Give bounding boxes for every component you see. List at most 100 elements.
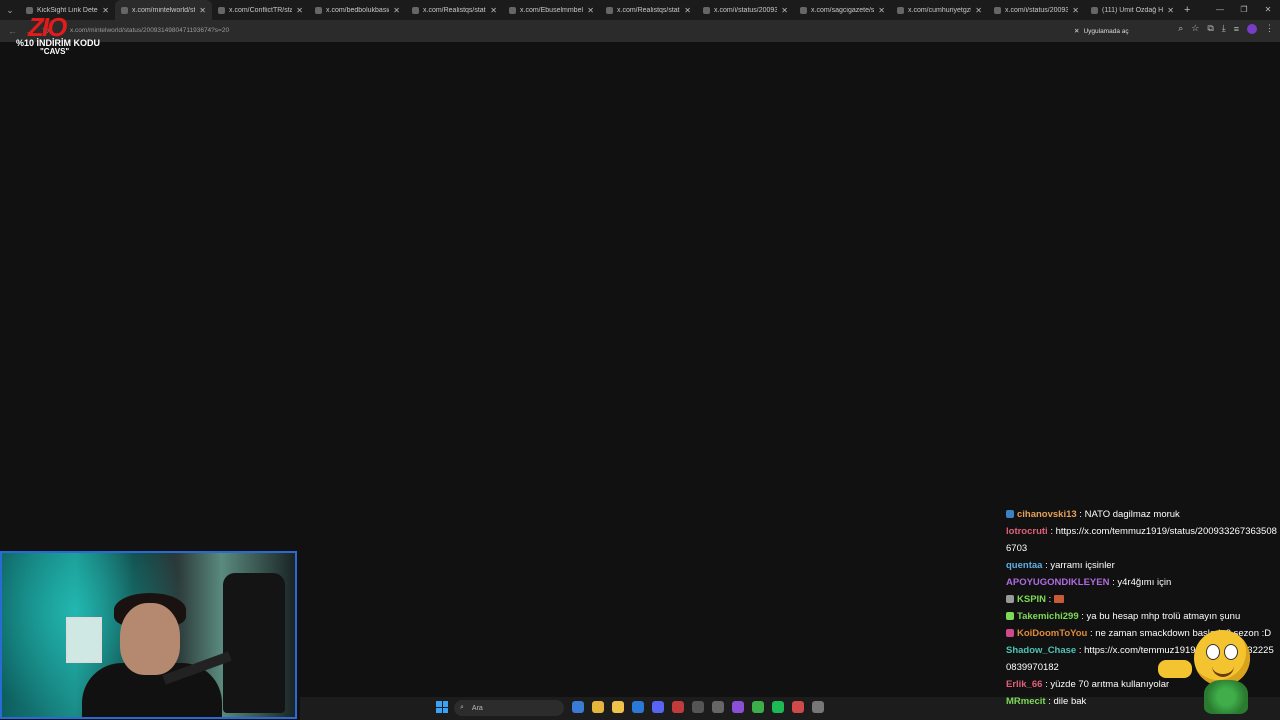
tab-close-icon[interactable]: ✕ — [684, 6, 691, 15]
tab-title: x.com/sagcigazete/sta — [811, 6, 875, 14]
chat-text: y4r4ğımı için — [1117, 577, 1172, 588]
tab-close-icon[interactable]: ✕ — [1072, 6, 1079, 15]
tab-favicon-icon — [703, 6, 710, 14]
edge-icon[interactable] — [632, 701, 644, 713]
chat-separator: : — [1076, 509, 1085, 520]
browser-tab[interactable]: (111) Ümit Özdağ Han✕ — [1085, 0, 1180, 20]
emoji-eye-right — [1224, 644, 1238, 660]
chat-username[interactable]: Erlik_66 — [1006, 679, 1042, 690]
address-bar[interactable]: x.com/mintelworld/status/200931498047119… — [70, 23, 1070, 39]
tab-favicon-icon — [121, 6, 128, 14]
close-window-icon[interactable]: ✕ — [1256, 0, 1280, 20]
window-controls: — ❐ ✕ — [1208, 0, 1280, 20]
tab-title: x.com/Realistqs/statu — [617, 6, 681, 14]
chat-text: dile bak — [1053, 696, 1087, 707]
tab-title: x.com/i/status/200930 — [1005, 6, 1069, 14]
browser-tab[interactable]: x.com/Realistqs/statu ✕ — [406, 0, 503, 20]
chat-username[interactable]: cihanovski13 — [1017, 509, 1077, 520]
browser-tab[interactable]: x.com/Realistqs/statu ✕ — [600, 0, 697, 20]
tab-close-icon[interactable]: ✕ — [102, 6, 109, 15]
tab-close-icon[interactable]: ✕ — [490, 6, 497, 15]
tab-favicon-icon — [1091, 6, 1098, 14]
tab-favicon-icon — [800, 6, 807, 14]
menu-kebab-icon[interactable]: ⋮ — [1265, 23, 1274, 34]
taskbar-apps — [572, 701, 824, 713]
download-icon[interactable]: ⤓ — [1222, 23, 1226, 34]
chrome-icon[interactable] — [592, 701, 604, 713]
taskbar-search[interactable]: ⌕ Ara — [454, 700, 564, 716]
restore-icon[interactable]: ❐ — [1232, 0, 1256, 20]
emoji-eye-left — [1206, 644, 1220, 660]
chat-separator: : — [1047, 526, 1056, 537]
media-icon[interactable]: ≡ — [1234, 24, 1239, 34]
chat-text: yüzde 70 arıtma kullanıyolar — [1050, 679, 1170, 690]
app-icon-3[interactable] — [692, 701, 704, 713]
chat-separator: : — [1076, 645, 1085, 656]
app-icon-4[interactable] — [712, 701, 724, 713]
search-icon: ⌕ — [460, 704, 464, 711]
browser-tab[interactable]: x.com/i/status/200930 ✕ — [697, 0, 794, 20]
discord-icon[interactable] — [652, 701, 664, 713]
tab-title: x.com/Realistqs/statu — [423, 6, 487, 14]
tab-close-icon[interactable]: ✕ — [878, 6, 885, 15]
wall-picture — [66, 617, 102, 663]
browser-tab[interactable]: x.com/cumhuriyetgzt/✕ — [891, 0, 988, 20]
tab-favicon-icon — [509, 6, 516, 14]
chat-message: APOYUGONDIKLEYEN : y4r4ğımı için — [1006, 574, 1278, 591]
chat-username[interactable]: KoiDoomToYou — [1017, 628, 1087, 639]
browser-tab[interactable]: x.com/bedbolukbasi/s ✕ — [309, 0, 406, 20]
chat-username[interactable]: APOYUGONDIKLEYEN — [1006, 577, 1109, 588]
chat-username[interactable]: KSPIN — [1017, 594, 1046, 605]
close-icon[interactable]: ✕ — [1074, 27, 1079, 35]
browser-tab[interactable]: x.com/sagcigazete/sta ✕ — [794, 0, 891, 20]
browser-tab[interactable]: x.com/mintelworld/sta ✕ — [115, 0, 212, 20]
tab-close-icon[interactable]: ✕ — [587, 6, 594, 15]
tab-close-icon[interactable]: ✕ — [975, 6, 982, 15]
browser-tab[interactable]: x.com/i/status/200930 ✕ — [988, 0, 1085, 20]
stream-logo-overlay: ZIO %10 İNDİRİM KODU "CAVS" — [16, 12, 100, 58]
chat-username[interactable]: lotrocruti — [1006, 526, 1048, 537]
chat-username[interactable]: quentaa — [1006, 560, 1042, 571]
tab-close-icon[interactable]: ✕ — [296, 6, 303, 15]
emoji-plant — [1204, 680, 1248, 714]
chat-username[interactable]: Takemichi299 — [1017, 611, 1079, 622]
streamer-face — [120, 603, 180, 675]
chat-username[interactable]: Shadow_Chase — [1006, 645, 1076, 656]
minimize-icon[interactable]: — — [1208, 0, 1232, 20]
app-icon-2[interactable] — [672, 701, 684, 713]
emoji-face — [1194, 630, 1250, 686]
tab-title: x.com/bedbolukbasi/s — [326, 6, 390, 14]
emoji-sticker — [1158, 630, 1270, 716]
chat-text: NATO dagilmaz moruk — [1084, 509, 1180, 520]
tab-close-icon[interactable]: ✕ — [1167, 6, 1174, 15]
chat-separator: : — [1045, 696, 1054, 707]
app-icon-5[interactable] — [732, 701, 744, 713]
app-icon-7[interactable] — [792, 701, 804, 713]
tab-close-icon[interactable]: ✕ — [393, 6, 400, 15]
folder-icon[interactable] — [612, 701, 624, 713]
tab-favicon-icon — [218, 6, 225, 14]
zoom-icon[interactable]: ⌕ — [1178, 23, 1183, 34]
tab-title: x.com/i/status/200930 — [714, 6, 778, 14]
windows-start-icon[interactable] — [436, 701, 448, 713]
app-icon-8[interactable] — [812, 701, 824, 713]
chat-message: quentaa : yarramı içsinler — [1006, 557, 1278, 574]
chat-text: yarramı içsinler — [1050, 560, 1115, 571]
tab-title: (111) Ümit Özdağ Han — [1102, 6, 1164, 14]
tab-close-icon[interactable]: ✕ — [199, 6, 206, 15]
app-icon-6[interactable] — [752, 701, 764, 713]
new-tab-button[interactable]: + — [1184, 4, 1190, 16]
tab-close-icon[interactable]: ✕ — [781, 6, 788, 15]
spotify-icon[interactable] — [772, 701, 784, 713]
browser-toolbar: ← → ↻ x.com/mintelworld/status/200931498… — [0, 20, 1280, 42]
extensions-icon[interactable]: ⧉ — [1207, 23, 1213, 34]
app-icon-1[interactable] — [572, 701, 584, 713]
chat-separator: : — [1046, 594, 1054, 605]
browser-tab[interactable]: x.com/ConflictTR/statu✕ — [212, 0, 309, 20]
browser-tab[interactable]: x.com/Ebuselmmbelan ✕ — [503, 0, 600, 20]
tab-favicon-icon — [412, 6, 419, 14]
open-in-app-button[interactable]: ✕ Uygulamada aç — [1074, 24, 1129, 38]
chat-username[interactable]: MRmecit — [1006, 696, 1046, 707]
profile-avatar[interactable] — [1247, 23, 1257, 34]
bookmark-star-icon[interactable]: ☆ — [1191, 23, 1199, 34]
